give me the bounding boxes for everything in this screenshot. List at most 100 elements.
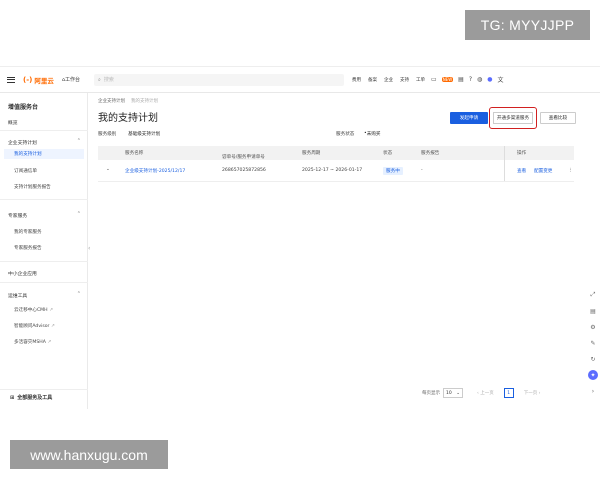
breadcrumb: 企业支持计划 我的支持计划 <box>98 98 158 104</box>
status-value-text: 未购买 <box>366 132 381 137</box>
chevron-up-icon[interactable]: ⌃ <box>77 138 81 144</box>
page-size-value: 10 <box>446 390 452 396</box>
logo-mark: (-) <box>23 75 33 84</box>
next-page-button[interactable]: 下一页 › <box>524 390 541 396</box>
language-icon[interactable]: 文 <box>498 75 504 84</box>
settings-icon[interactable]: ⚙ <box>586 319 600 335</box>
page-size-select[interactable]: 10 ⌄ <box>443 388 463 398</box>
nav-ticket[interactable]: 工单 <box>416 77 425 83</box>
col-report: 服务报告 <box>421 151 440 156</box>
workbench-label: 工作台 <box>65 77 81 83</box>
logo-text: 阿里云 <box>34 76 54 85</box>
monitor-icon[interactable]: ▭ <box>431 76 437 83</box>
new-badge: NEW <box>441 77 454 82</box>
sidebar-divider <box>0 261 88 262</box>
sidebar-title: 增值服务台 <box>8 104 39 111</box>
sidebar-item-label: 智能顾问Advisor <box>14 324 50 329</box>
page-size-label: 每页显示 <box>422 391 440 396</box>
robot-icon[interactable]: ◍ <box>477 76 482 83</box>
col-period: 服务周期 <box>302 151 321 156</box>
top-icons: ▭ NEW ▤ ? ◍ ● 文 <box>431 75 504 84</box>
sidebar-item-plan-report[interactable]: 支持计划服务报告 <box>14 184 51 190</box>
refresh-icon[interactable]: ↻ <box>586 351 600 367</box>
top-bar: (-) 阿里云 ⌂ 工作台 ⌕ 搜索 费用 备案 企业 支持 工单 ▭ NEW <box>0 67 600 93</box>
sidebar-item-subscription[interactable]: 订阅通信单 <box>14 168 37 174</box>
status-badge: 服务中 <box>383 167 403 175</box>
sidebar-item-expert-report[interactable]: 专家服务报告 <box>14 245 42 251</box>
all-services-button[interactable]: ⊞ 全部服务及工具 <box>10 394 53 402</box>
next-label: 下一页 <box>523 391 538 396</box>
view-link[interactable]: 查看 <box>517 168 526 174</box>
external-link-icon: ↗ <box>49 308 53 313</box>
sidebar-item-label: 云迁移中心CMH <box>14 308 48 313</box>
sidebar-item-my-plan[interactable]: 我的支持计划 <box>4 149 84 159</box>
page-title: 我的支持计划 <box>98 113 158 124</box>
open-multichannel-highlight: 开通多渠道服务 <box>489 107 537 129</box>
grid-icon: ⊞ <box>10 394 15 401</box>
change-config-link[interactable]: 配置变更 <box>534 168 552 174</box>
search-icon: ⌕ <box>98 76 101 83</box>
sidebar-section-support[interactable]: 企业支持计划 <box>8 139 37 146</box>
sidebar-item-advisor[interactable]: 智能顾问Advisor ↗ <box>14 323 55 329</box>
nav-icp[interactable]: 备案 <box>368 77 377 83</box>
help-icon[interactable]: ? <box>469 76 472 83</box>
sidebar-item-cmh[interactable]: 云迁移中心CMH ↗ <box>14 307 53 313</box>
watermark-bottom: www.hanxugu.com <box>10 440 168 469</box>
sidebar-divider <box>0 199 88 200</box>
breadcrumb-item: 我的支持计划 <box>131 99 158 104</box>
menu-icon[interactable] <box>7 75 15 84</box>
service-status-label: 服务状态 <box>336 132 355 137</box>
sidebar-item-label: 多活容灾MSHA <box>14 340 46 345</box>
sidebar-item-my-expert[interactable]: 我的专家服务 <box>14 229 42 235</box>
chevron-down-icon: ⌄ <box>456 390 460 396</box>
workbench-link[interactable]: ⌂ 工作台 <box>62 76 81 84</box>
col-status: 状态 <box>383 151 393 156</box>
sidebar-item-msha[interactable]: 多活容灾MSHA ↗ <box>14 339 51 345</box>
external-link-icon: ↗ <box>47 340 52 345</box>
cart-icon[interactable]: ▤ <box>458 76 464 83</box>
col-actions: 操作 <box>517 151 527 156</box>
edit-icon[interactable]: ✎ <box>586 335 600 351</box>
watermark-top: TG: MYYJJPP <box>465 10 590 40</box>
current-page[interactable]: 1 <box>503 388 514 398</box>
document-icon[interactable]: ▤ <box>586 303 600 319</box>
assistant-icon[interactable]: ✦ <box>586 367 600 383</box>
search-input[interactable]: ⌕ 搜索 <box>94 73 345 86</box>
console-screenshot: (-) 阿里云 ⌂ 工作台 ⌕ 搜索 费用 备案 企业 支持 工单 ▭ NEW <box>0 66 600 409</box>
brand-logo[interactable]: (-) 阿里云 <box>23 75 54 85</box>
sidebar-item-overview[interactable]: 概览 <box>8 119 18 126</box>
page: TG: MYYJJPP (-) 阿里云 ⌂ 工作台 ⌕ 搜索 费用 备案 企业 … <box>0 0 600 480</box>
nav-enterprise[interactable]: 企业 <box>384 77 393 83</box>
right-rail: ⤢ ▤ ⚙ ✎ ↻ ✦ › <box>586 287 600 399</box>
sidebar: 增值服务台 概览 企业支持计划 ⌃ 我的支持计划 订阅通信单 支持计划服务报告 … <box>0 93 88 409</box>
chevron-up-icon[interactable]: ⌃ <box>77 291 81 297</box>
sidebar-section-expert[interactable]: 专家服务 <box>8 212 27 219</box>
sidebar-divider <box>0 282 88 283</box>
order-number: 268657025872856 <box>222 168 266 173</box>
sidebar-divider <box>0 130 88 131</box>
collapse-sidebar-icon[interactable]: ‹ <box>88 245 90 252</box>
nav-fees[interactable]: 费用 <box>352 77 361 83</box>
expand-icon[interactable]: ⤢ <box>586 287 600 303</box>
external-link-icon: ↗ <box>50 324 55 329</box>
search-placeholder: 搜索 <box>103 77 114 83</box>
nav-support[interactable]: 支持 <box>400 77 409 83</box>
pagination: 每页显示 10 ⌄ ‹ 上一页 1 下一页 › <box>422 388 540 398</box>
breadcrumb-item[interactable]: 企业支持计划 <box>98 98 125 104</box>
sidebar-divider <box>0 389 88 390</box>
all-services-label: 全部服务及工具 <box>17 395 53 401</box>
service-level-value: 基础级支持计划 <box>128 132 161 137</box>
prev-page-button[interactable]: ‹ 上一页 <box>477 390 494 396</box>
more-icon[interactable]: ⋮ <box>568 168 573 173</box>
chevron-up-icon[interactable]: ⌃ <box>77 211 81 217</box>
open-multichannel-button[interactable]: 开通多渠道服务 <box>493 112 533 124</box>
sidebar-section-sme[interactable]: 中小企业应用 <box>8 270 37 277</box>
apply-button[interactable]: 发起申请 <box>450 112 488 124</box>
prev-label: 上一页 <box>480 391 494 396</box>
chevron-right-icon[interactable]: › <box>586 383 600 399</box>
avatar[interactable]: ● <box>487 76 492 83</box>
compare-button[interactable]: 查看比较 <box>540 112 576 124</box>
chevron-down-icon[interactable]: ⌄ <box>106 167 110 172</box>
plan-name-link[interactable]: 企业级支持计划-2025/12/17 <box>125 168 185 174</box>
sidebar-section-ops[interactable]: 运维工具 <box>8 292 27 299</box>
